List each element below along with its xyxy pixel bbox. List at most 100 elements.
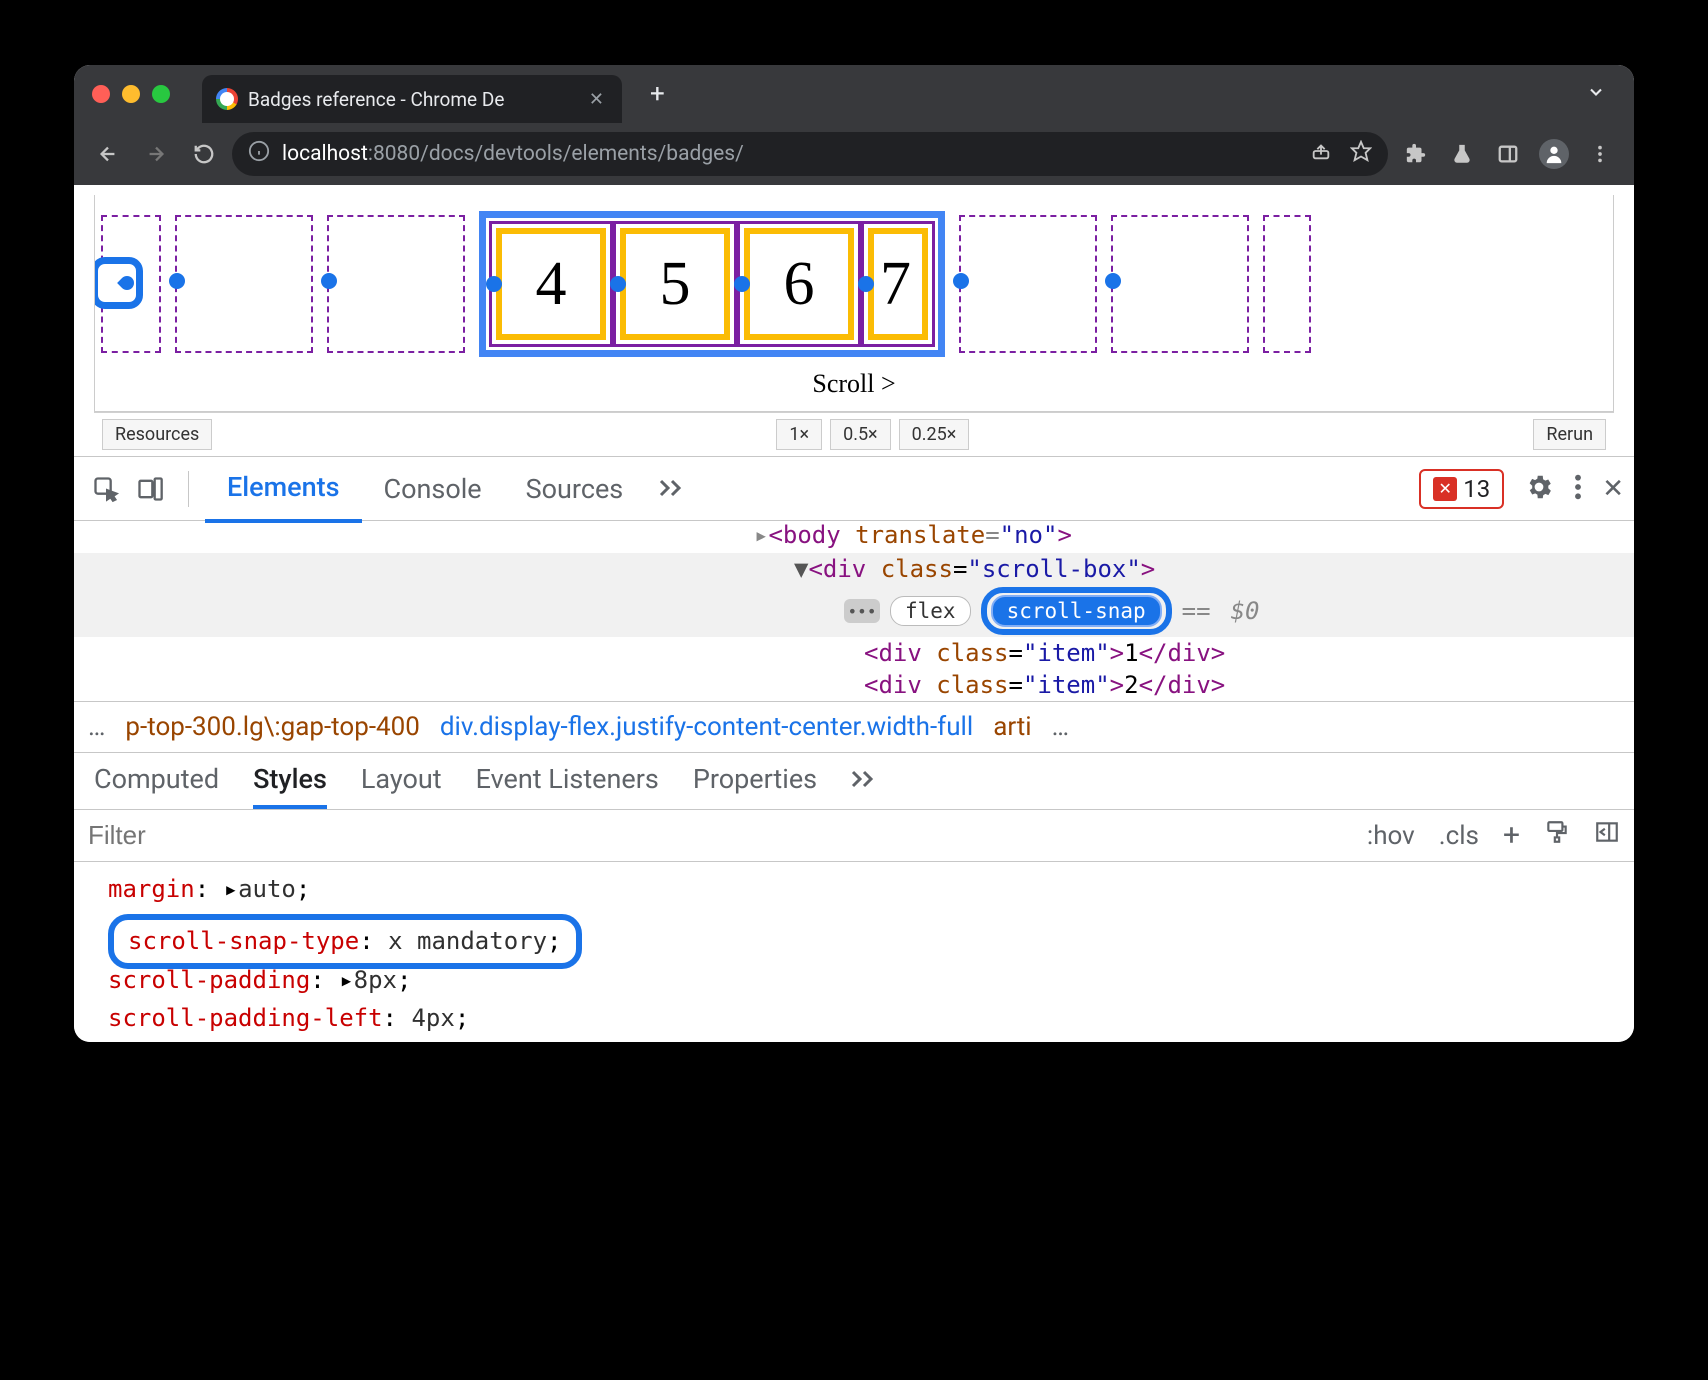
scroll-item-placeholder <box>1111 215 1249 353</box>
scroll-item: 5 <box>613 221 737 347</box>
flex-badge[interactable]: flex <box>890 596 971 626</box>
tab-properties[interactable]: Properties <box>693 763 817 809</box>
scroll-snap-badge-highlight: scroll-snap <box>981 587 1172 635</box>
browser-tab[interactable]: Badges reference - Chrome De ✕ <box>202 75 622 123</box>
profile-button[interactable] <box>1534 134 1574 174</box>
labs-icon[interactable] <box>1442 134 1482 174</box>
styles-tabbar: Computed Styles Layout Event Listeners P… <box>74 753 1634 809</box>
dom-node[interactable]: ▸<body translate="no"> <box>74 519 1634 551</box>
styles-filter-row: :hov .cls + <box>74 809 1634 862</box>
css-rules[interactable]: margin: ▸auto; scroll-snap-type: x manda… <box>74 862 1634 1042</box>
snap-dot-icon <box>1105 273 1121 289</box>
error-icon: ✕ <box>1433 477 1457 501</box>
more-tabs-icon[interactable] <box>851 763 875 809</box>
avatar-icon <box>1539 139 1569 169</box>
css-declaration[interactable]: scroll-padding: ▸8px; <box>108 961 1630 999</box>
resources-button[interactable]: Resources <box>102 419 212 450</box>
breadcrumb-item[interactable]: div.display-flex.justify-content-center.… <box>440 712 973 742</box>
new-style-rule-icon[interactable]: + <box>1503 818 1520 853</box>
demo-footer: Resources 1× 0.5× 0.25× Rerun <box>94 412 1614 456</box>
rerun-button[interactable]: Rerun <box>1533 419 1606 450</box>
scroll-item-placeholder <box>101 215 161 353</box>
tab-layout[interactable]: Layout <box>361 763 442 809</box>
bookmark-icon[interactable] <box>1350 140 1372 168</box>
error-count: 13 <box>1463 475 1490 503</box>
tab-console[interactable]: Console <box>362 457 504 521</box>
dom-tree[interactable]: ▸<body translate="no"> ▼<div class="scro… <box>74 521 1634 701</box>
error-count-badge[interactable]: ✕ 13 <box>1419 469 1504 509</box>
hov-toggle[interactable]: :hov <box>1367 821 1415 851</box>
share-icon[interactable] <box>1310 140 1332 168</box>
page-content: 4 5 6 7 Scroll > Resources 1× 0.5× 0.25×… <box>74 185 1634 456</box>
paint-icon[interactable] <box>1544 819 1570 852</box>
css-declaration[interactable]: scroll-padding-left: 4px; <box>108 999 1630 1037</box>
dom-node[interactable]: <div class="item">1</div> <box>74 637 1634 669</box>
browser-toolbar: localhost:8080/docs/devtools/elements/ba… <box>74 123 1634 185</box>
url: localhost:8080/docs/devtools/elements/ba… <box>282 142 744 166</box>
cls-toggle[interactable]: .cls <box>1439 821 1479 851</box>
devtools-panel: Elements Console Sources ✕ 13 ✕ <box>74 456 1634 1042</box>
browser-window: Badges reference - Chrome De ✕ + localho… <box>74 65 1634 1042</box>
dom-node[interactable]: <div class="item">2</div> <box>74 669 1634 701</box>
forward-button[interactable] <box>136 134 176 174</box>
dollar-zero-label: $0 <box>1231 597 1260 625</box>
scroll-snap-container-overlay: 4 5 6 7 <box>479 211 945 357</box>
dom-expand-icon[interactable]: ••• <box>844 599 880 623</box>
scroll-item-placeholder <box>1263 215 1311 353</box>
snap-dot-icon <box>321 273 337 289</box>
menu-button[interactable] <box>1580 134 1620 174</box>
scroll-item-placeholder <box>175 215 313 353</box>
tab-event-listeners[interactable]: Event Listeners <box>476 763 659 809</box>
css-declaration[interactable]: margin: ▸auto; <box>108 870 1630 908</box>
inspect-element-icon[interactable] <box>84 475 128 503</box>
scroll-item-placeholder <box>959 215 1097 353</box>
breadcrumb-ellipsis[interactable]: … <box>88 712 105 742</box>
maximize-window-button[interactable] <box>152 85 170 103</box>
chevron-down-icon[interactable] <box>1586 82 1616 106</box>
scroll-position-marker <box>95 257 143 309</box>
reload-button[interactable] <box>184 134 224 174</box>
scroll-label: Scroll > <box>95 365 1613 411</box>
breadcrumb-item[interactable]: p-top-300.lg\:gap-top-400 <box>125 712 419 742</box>
breadcrumb-ellipsis[interactable]: … <box>1052 712 1069 742</box>
side-panel-icon[interactable] <box>1488 134 1528 174</box>
tab-close-button[interactable]: ✕ <box>585 89 608 110</box>
dom-badges-row: ••• flex scroll-snap == $0 <box>74 585 1634 637</box>
scroll-snap-badge[interactable]: scroll-snap <box>991 595 1162 627</box>
address-bar[interactable]: localhost:8080/docs/devtools/elements/ba… <box>232 132 1388 176</box>
close-devtools-button[interactable]: ✕ <box>1602 474 1624 504</box>
toggle-sidebar-icon[interactable] <box>1594 819 1620 852</box>
window-controls <box>92 85 170 103</box>
kebab-menu-icon[interactable] <box>1574 473 1582 505</box>
extensions-icon[interactable] <box>1396 134 1436 174</box>
dom-breadcrumb[interactable]: … p-top-300.lg\:gap-top-400 div.display-… <box>74 701 1634 753</box>
tab-title: Badges reference - Chrome De <box>248 88 575 111</box>
titlebar: Badges reference - Chrome De ✕ + <box>74 65 1634 123</box>
tab-elements[interactable]: Elements <box>205 455 362 523</box>
snap-dot-icon <box>169 273 185 289</box>
tab-computed[interactable]: Computed <box>94 763 219 809</box>
scroll-item-placeholder <box>327 215 465 353</box>
scroll-item: 6 <box>737 221 861 347</box>
new-tab-button[interactable]: + <box>634 79 681 109</box>
dom-node-selected[interactable]: ▼<div class="scroll-box"> <box>74 553 1634 585</box>
gear-icon[interactable] <box>1524 472 1554 506</box>
tab-sources[interactable]: Sources <box>504 457 646 521</box>
scroll-demo-row: 4 5 6 7 <box>95 195 1613 365</box>
zoom-05x-button[interactable]: 0.5× <box>830 419 891 450</box>
device-toolbar-icon[interactable] <box>128 475 172 503</box>
more-tabs-icon[interactable] <box>645 475 697 503</box>
devtools-tabbar: Elements Console Sources ✕ 13 ✕ <box>74 457 1634 521</box>
breadcrumb-item[interactable]: arti <box>993 712 1031 742</box>
scroll-item: 4 <box>489 221 613 347</box>
site-info-icon[interactable] <box>248 140 270 168</box>
snap-dot-icon <box>953 273 969 289</box>
styles-filter-input[interactable] <box>88 820 1343 851</box>
zoom-025x-button[interactable]: 0.25× <box>899 419 970 450</box>
back-button[interactable] <box>88 134 128 174</box>
minimize-window-button[interactable] <box>122 85 140 103</box>
chrome-favicon-icon <box>216 88 238 110</box>
tab-styles[interactable]: Styles <box>253 763 327 809</box>
close-window-button[interactable] <box>92 85 110 103</box>
zoom-1x-button[interactable]: 1× <box>776 419 822 450</box>
